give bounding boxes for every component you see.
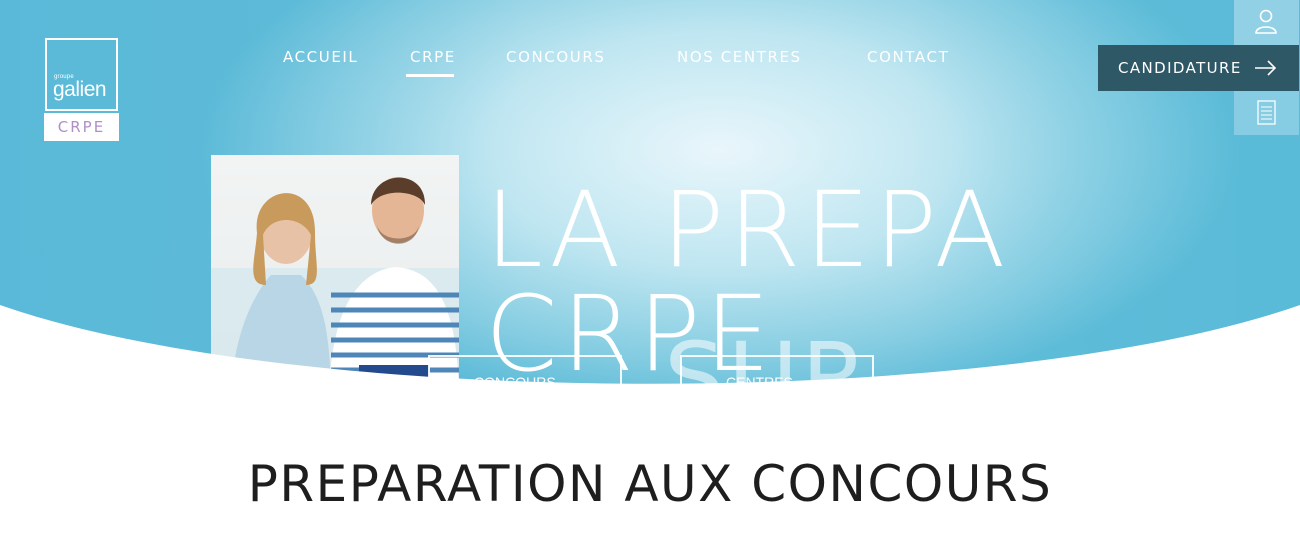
- document-icon: [1257, 100, 1276, 125]
- candidature-label: CANDIDATURE: [1118, 59, 1242, 77]
- nav-item-accueil[interactable]: ACCUEIL: [283, 48, 358, 66]
- logo[interactable]: groupe galien: [45, 38, 118, 111]
- nav-item-concours[interactable]: CONCOURS: [506, 48, 606, 66]
- nav-item-contact[interactable]: CONTACT: [867, 48, 949, 66]
- logo-main-text: galien: [53, 78, 107, 101]
- section-title: PREPARATION AUX CONCOURS: [247, 455, 1053, 513]
- arrow-right-icon: [1255, 60, 1277, 76]
- logo-tag: CRPE: [44, 113, 119, 141]
- nav-item-nos-centres[interactable]: NOS CENTRES: [677, 48, 802, 66]
- hero-curve-divider: [0, 305, 1300, 410]
- nav-item-crpe[interactable]: CRPE: [410, 48, 456, 66]
- user-icon: [1255, 9, 1277, 34]
- menu-button[interactable]: [1234, 91, 1299, 135]
- nav-active-indicator: [406, 74, 454, 77]
- account-button[interactable]: [1234, 0, 1299, 45]
